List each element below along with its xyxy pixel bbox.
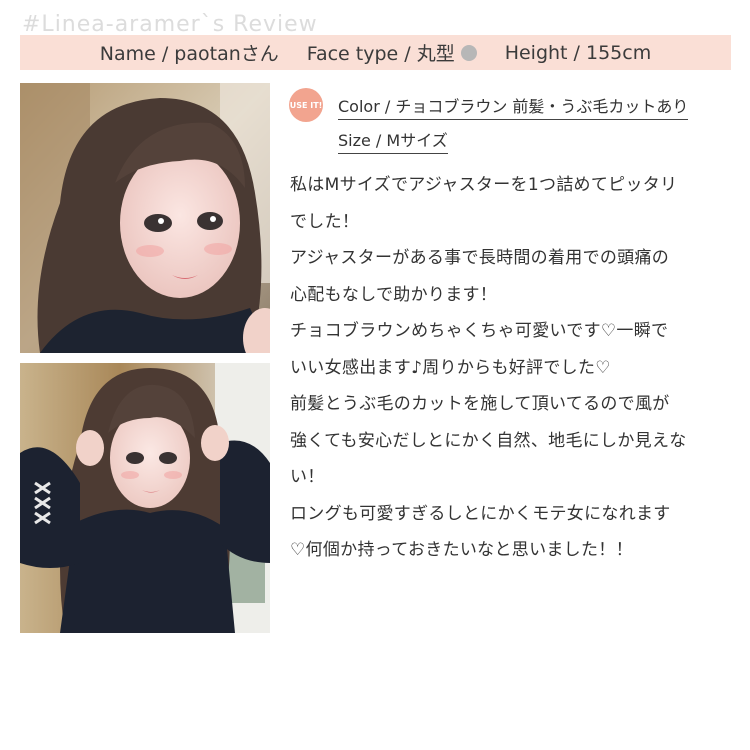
review-text: 私はMサイズでアジャスターを1つ詰めてピッタリ でした！ アジャスターがある事で… [290, 167, 730, 569]
use-it-badge-text: USE IT! [289, 100, 323, 110]
review-line: 心配もなしで助かります！ [290, 284, 498, 305]
review-photo-fullview [20, 363, 270, 633]
height-field: Height / 155cm [504, 41, 652, 64]
name-field: Name / paotanさん [99, 43, 279, 65]
review-line: 私はMサイズでアジャスターを1つ詰めてピッタリ [290, 175, 678, 195]
review-line: いい女感出ます♪周りからも好評でした♡ [290, 357, 611, 378]
review-line: でした！ [290, 211, 360, 232]
review-watermark-title: #Linea-aramer`s Review [22, 12, 318, 37]
review-line: 前髪とうぶ毛のカットを施して頂いてるので風が [290, 394, 670, 414]
review-line: ♡何個か持っておきたいなと思いました！！ [290, 540, 633, 560]
review-line: ロングも可愛すぎるしとにかくモテ女になれます [290, 503, 671, 524]
face-type-label: Face type / 丸型 [306, 43, 455, 65]
product-size-spec: Size / Mサイズ [338, 127, 448, 154]
review-line: い！ [290, 467, 325, 487]
review-line: アジャスターがある事で長時間の着用での頭痛の [290, 248, 670, 268]
round-face-icon [460, 44, 477, 61]
face-type-field: Face type / 丸型 [307, 39, 477, 66]
review-line: 強くても安心だしとにかく自然、地毛にしか見えな [290, 430, 687, 451]
review-line: チョコブラウンめちゃくちゃ可愛いです♡一瞬で [290, 321, 669, 341]
profile-info-bar: Name / paotanさん Face type / 丸型 Height / … [20, 35, 731, 70]
review-photo-closeup [20, 83, 270, 353]
use-it-badge-icon: USE IT! [289, 88, 323, 122]
product-color-spec: Color / チョコブラウン 前髪・うぶ毛カットあり [338, 93, 689, 120]
